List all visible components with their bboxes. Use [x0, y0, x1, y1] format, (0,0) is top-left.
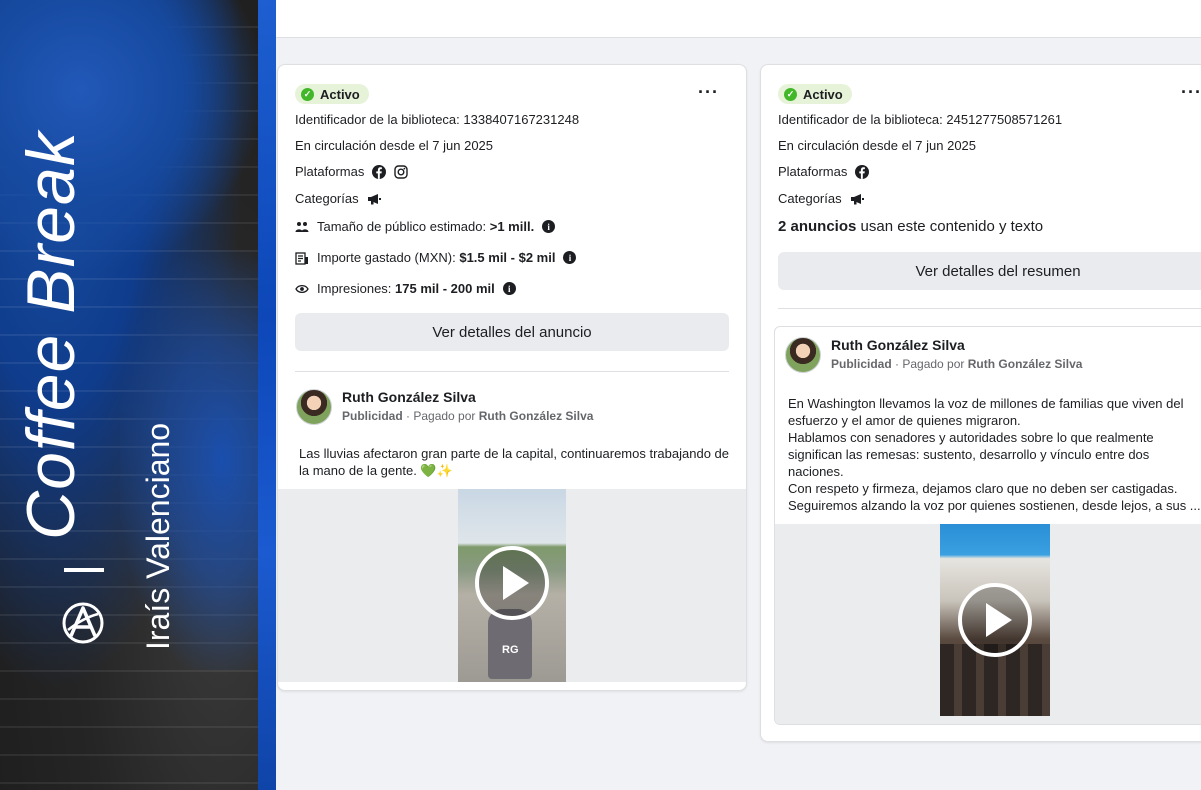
post-body-line: Hablamos con senadores y autoridades sob… [788, 430, 1154, 479]
paid-by-text: · Pagado por [402, 409, 479, 423]
library-id: Identificador de la biblioteca: 13384071… [295, 112, 580, 127]
status-label: Activo [320, 86, 360, 102]
spend-label: Importe gastado (MXN): [317, 250, 456, 265]
avatar[interactable] [296, 389, 332, 425]
play-button[interactable] [958, 583, 1032, 657]
ads-count-text: usan este contenido y texto [856, 218, 1044, 235]
people-icon [295, 221, 309, 232]
paid-by-text: · Pagado por [891, 357, 968, 371]
ad-card: ✓ Activo ··· Identificador de la bibliot… [760, 64, 1201, 742]
video-badge: RG [502, 644, 519, 656]
divider [778, 308, 1201, 309]
coffee-break-banner: Coffee Break Iraís Valenciano [0, 0, 276, 790]
circled-a-logo [62, 602, 104, 644]
divider [295, 371, 729, 372]
view-ad-details-button[interactable]: Ver detalles del anuncio [295, 313, 729, 351]
payer-name: Ruth González Silva [478, 409, 594, 423]
spend-row: Importe gastado (MXN): $1.5 mil - $2 mil… [295, 250, 577, 265]
megaphone-icon [367, 193, 381, 204]
payer-name: Ruth González Silva [967, 357, 1083, 371]
play-button[interactable] [475, 546, 549, 620]
audience-value: >1 mill. [489, 219, 535, 234]
facebook-icon [372, 164, 387, 179]
ads-count-row: 2 anuncios usan este contenido y texto [778, 218, 1043, 235]
spend-value: $1.5 mil - $2 mil [459, 250, 556, 265]
info-icon[interactable]: i [502, 282, 516, 295]
post-header: Ruth González Silva Publicidad · Pagado … [785, 337, 1082, 373]
ads-count: 2 anuncios [778, 218, 857, 235]
status-badge: ✓ Activo [778, 84, 852, 104]
facebook-icon [855, 164, 870, 179]
view-summary-details-button[interactable]: Ver detalles del resumen [778, 252, 1201, 290]
post-body: En Washington llevamos la voz de millone… [788, 395, 1201, 514]
advertiser-name[interactable]: Ruth González Silva [831, 337, 1082, 353]
ad-card: ✓ Activo ··· Identificador de la bibliot… [277, 64, 747, 691]
post-subtitle: Publicidad · Pagado por Ruth González Si… [342, 409, 593, 423]
platforms-row: Plataformas [778, 164, 870, 179]
play-icon [985, 603, 1012, 637]
sponsored-label: Publicidad [342, 409, 403, 423]
platforms-row: Plataformas [295, 164, 409, 179]
post-body: Las lluvias afectaron gran parte de la c… [299, 446, 729, 478]
platforms-label: Plataformas [295, 164, 365, 179]
library-id: Identificador de la biblioteca: 24512775… [778, 112, 1063, 127]
sponsored-label: Publicidad [831, 357, 892, 371]
audience-label: Tamaño de público estimado: [317, 219, 487, 234]
avatar[interactable] [785, 337, 821, 373]
top-bar [276, 0, 1201, 38]
check-icon: ✓ [301, 87, 314, 101]
categories-row: Categorías [778, 191, 865, 206]
running-since: En circulación desde el 7 jun 2025 [295, 138, 494, 153]
banner-title: Coffee Break [13, 131, 89, 540]
post-header: Ruth González Silva Publicidad · Pagado … [296, 389, 593, 425]
advertiser-name[interactable]: Ruth González Silva [342, 389, 593, 405]
categories-label: Categorías [778, 191, 842, 206]
post-subtitle: Publicidad · Pagado por Ruth González Si… [831, 357, 1082, 371]
categories-label: Categorías [295, 191, 359, 206]
categories-row: Categorías [295, 191, 382, 206]
info-icon[interactable]: i [563, 251, 577, 264]
play-icon [502, 566, 529, 600]
post-body-line: Con respeto y firmeza, dejamos claro que… [788, 481, 1178, 496]
banner-divider [64, 568, 104, 572]
audience-row: Tamaño de público estimado: >1 mill. i [295, 219, 556, 234]
impressions-row: Impresiones: 175 mil - 200 mil i [295, 281, 516, 296]
check-icon: ✓ [784, 87, 797, 101]
post-body-line: Seguiremos alzando la voz por quienes so… [788, 498, 1201, 513]
ad-video[interactable] [940, 524, 1050, 716]
banner-author: Iraís Valenciano [140, 422, 176, 650]
status-badge: ✓ Activo [295, 84, 369, 104]
instagram-icon [394, 164, 409, 179]
money-icon [295, 251, 308, 265]
eye-icon [295, 284, 309, 293]
impressions-label: Impresiones: [317, 281, 392, 296]
info-icon[interactable]: i [542, 220, 556, 233]
more-options-button[interactable]: ··· [698, 83, 719, 101]
platforms-label: Plataformas [778, 164, 848, 179]
megaphone-icon [850, 193, 864, 204]
running-since: En circulación desde el 7 jun 2025 [778, 138, 977, 153]
post-body-line: En Washington llevamos la voz de millone… [788, 396, 1184, 428]
more-options-button[interactable]: ··· [1181, 83, 1201, 101]
ad-video[interactable]: RG [458, 489, 566, 682]
post-preview: Ruth González Silva Publicidad · Pagado … [774, 326, 1201, 725]
impressions-value: 175 mil - 200 mil [395, 281, 495, 296]
status-label: Activo [803, 86, 843, 102]
